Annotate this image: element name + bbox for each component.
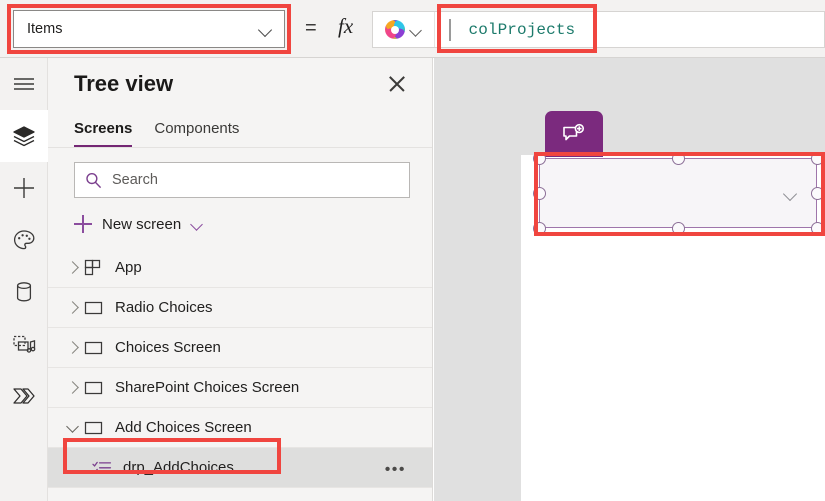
resize-handle-middle-left[interactable] <box>533 187 546 200</box>
tree-item-label: Add Choices Screen <box>115 419 252 436</box>
resize-handle-bottom-center[interactable] <box>672 222 685 235</box>
tree-item-sharepoint-choices-screen[interactable]: SharePoint Choices Screen <box>48 368 432 408</box>
tree-item-add-choices-screen[interactable]: Add Choices Screen <box>48 408 432 448</box>
expand-chevron-icon[interactable] <box>62 297 84 319</box>
formula-input-box[interactable]: colProjects <box>372 11 825 48</box>
more-options-icon[interactable]: ••• <box>385 461 406 479</box>
app-grid-icon <box>84 259 110 277</box>
tree-item-label: drp_AddChoices <box>123 459 234 476</box>
tab-components[interactable]: Components <box>154 120 239 147</box>
property-select[interactable]: Items <box>13 10 285 48</box>
resize-handle-bottom-left[interactable] <box>533 222 546 235</box>
tree-view-header: Tree view <box>48 58 432 110</box>
screen-icon <box>84 300 110 316</box>
dropdown-list-icon <box>92 460 118 476</box>
tree-view-panel: Tree view Screens Components Search New … <box>48 58 433 501</box>
tree-view-tabs: Screens Components <box>48 110 432 148</box>
resize-handle-middle-right[interactable] <box>811 187 824 200</box>
collapse-chevron-icon[interactable] <box>62 417 84 439</box>
search-placeholder: Search <box>112 172 158 188</box>
expand-chevron-icon[interactable] <box>62 337 84 359</box>
tree-item-app[interactable]: App <box>48 248 432 288</box>
data-sources-icon[interactable] <box>0 266 48 318</box>
screen-icon <box>84 380 110 396</box>
tree-item-drp-addchoices[interactable]: drp_AddChoices ••• <box>48 448 432 488</box>
screen-icon <box>84 340 110 356</box>
theme-palette-icon[interactable] <box>0 214 48 266</box>
tree-item-label: Radio Choices <box>115 299 213 316</box>
app-canvas[interactable] <box>434 58 825 501</box>
new-screen-label: New screen <box>102 215 182 233</box>
power-apps-studio: Items = fx colProjects Tree view Screens… <box>0 0 825 501</box>
tree-item-label: Choices Screen <box>115 339 221 356</box>
chevron-down-icon[interactable] <box>410 26 423 34</box>
resize-handle-top-center[interactable] <box>672 152 685 165</box>
resize-handle-top-right[interactable] <box>811 152 824 165</box>
copilot-icon <box>385 20 405 39</box>
hamburger-menu-icon[interactable] <box>0 58 48 110</box>
power-automate-icon[interactable] <box>0 370 48 422</box>
close-icon[interactable] <box>384 71 410 97</box>
screens-tree-list: App Radio Choices Choices Screen SharePo… <box>48 248 432 488</box>
chevron-down-icon[interactable] <box>191 220 205 228</box>
resize-handle-top-left[interactable] <box>533 152 546 165</box>
fx-icon[interactable]: fx <box>338 14 353 39</box>
resize-handle-bottom-right[interactable] <box>811 222 824 235</box>
chevron-down-icon[interactable] <box>259 25 274 34</box>
equals-sign: = <box>305 17 317 39</box>
canvas-selected-control[interactable] <box>539 158 817 228</box>
property-select-value: Items <box>27 21 63 37</box>
tree-item-label: SharePoint Choices Screen <box>115 379 300 396</box>
formula-bar: Items = fx colProjects <box>0 0 825 58</box>
screen-icon <box>84 420 110 436</box>
text-caret <box>449 18 451 41</box>
new-screen-button[interactable]: New screen <box>74 209 432 239</box>
copilot-chat-add-icon[interactable] <box>545 111 603 157</box>
tree-view-layers-icon[interactable] <box>0 110 48 162</box>
tree-item-label: App <box>115 259 142 276</box>
panel-title: Tree view <box>74 71 174 96</box>
tree-item-choices-screen[interactable]: Choices Screen <box>48 328 432 368</box>
expand-chevron-icon[interactable] <box>62 257 84 279</box>
chevron-down-icon[interactable] <box>784 189 798 198</box>
copilot-button[interactable] <box>373 12 435 47</box>
media-icon[interactable] <box>0 318 48 370</box>
insert-plus-icon[interactable] <box>0 162 48 214</box>
tab-screens[interactable]: Screens <box>74 120 133 147</box>
search-icon <box>86 172 102 188</box>
plus-icon <box>74 215 92 233</box>
formula-text[interactable]: colProjects <box>469 21 576 39</box>
expand-chevron-icon[interactable] <box>62 377 84 399</box>
left-icon-rail <box>0 58 48 501</box>
search-input[interactable]: Search <box>74 162 410 198</box>
tree-item-radio-choices[interactable]: Radio Choices <box>48 288 432 328</box>
